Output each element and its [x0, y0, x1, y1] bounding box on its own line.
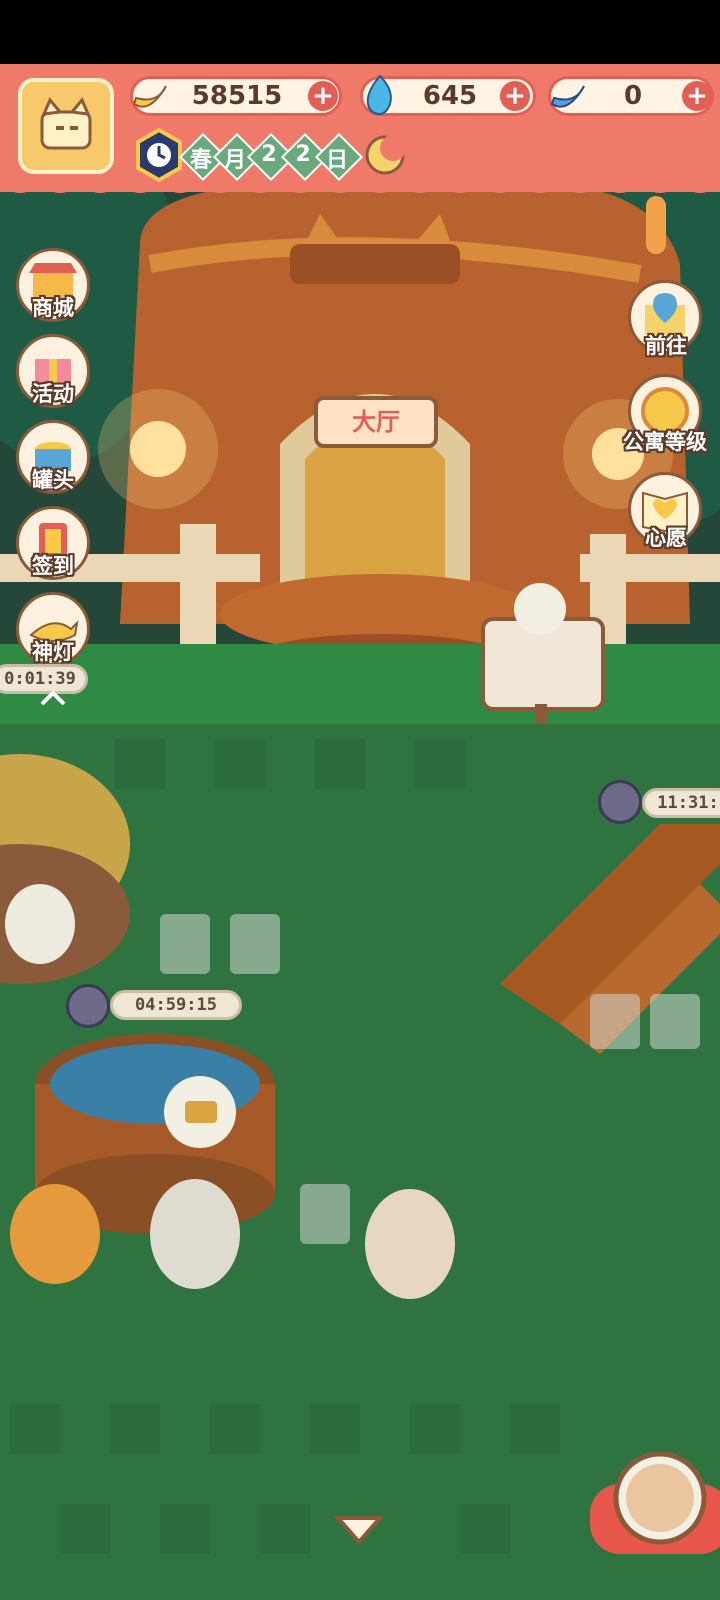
add-blue-banana-button[interactable]: +	[682, 81, 712, 111]
add-flame-button[interactable]: +	[500, 81, 530, 111]
pool-timer: 04:59:15	[110, 990, 242, 1020]
status-bar	[0, 0, 720, 64]
shop-label: 商城	[32, 296, 74, 320]
blue-flame-icon	[366, 74, 392, 116]
tassel-decoration	[646, 196, 666, 254]
clock-icon[interactable]	[132, 128, 186, 182]
add-banana-button[interactable]: +	[308, 81, 338, 111]
magic-lamp-label: 神灯	[32, 640, 74, 664]
calendar-date: 春 月 2 2 日	[178, 132, 364, 182]
player-avatar[interactable]	[18, 78, 114, 174]
blue-banana-icon	[550, 85, 585, 108]
yarn-ball-button[interactable]	[614, 1486, 706, 1578]
go-to-label: 前往	[645, 334, 687, 358]
expand-down-icon[interactable]	[332, 1510, 386, 1550]
collapse-up-icon[interactable]	[36, 686, 70, 710]
cat-avatar-icon	[40, 97, 92, 150]
currency-blue-banana-value: 0	[623, 81, 643, 111]
header-scallop-decoration	[0, 176, 720, 193]
wish-label: 心愿	[645, 526, 687, 550]
currency-banana-value: 58515	[191, 81, 283, 111]
can-label: 罐头	[32, 468, 74, 492]
right-edge-timer: 11:31:	[642, 788, 720, 818]
banana-icon	[132, 85, 167, 108]
date-char-day: 日	[314, 132, 364, 182]
game-scene[interactable]	[0, 64, 720, 1600]
build-hammer-icon[interactable]	[598, 780, 642, 824]
apartment-level-label: 公寓等级	[623, 430, 707, 454]
pool-hammer-icon[interactable]	[66, 984, 110, 1028]
hall-sign[interactable]: 大厅	[314, 396, 438, 448]
currency-flame-value: 645	[422, 81, 478, 111]
checkin-label: 签到	[32, 554, 74, 578]
activity-label: 活动	[32, 382, 74, 406]
moon-icon[interactable]	[362, 132, 408, 178]
